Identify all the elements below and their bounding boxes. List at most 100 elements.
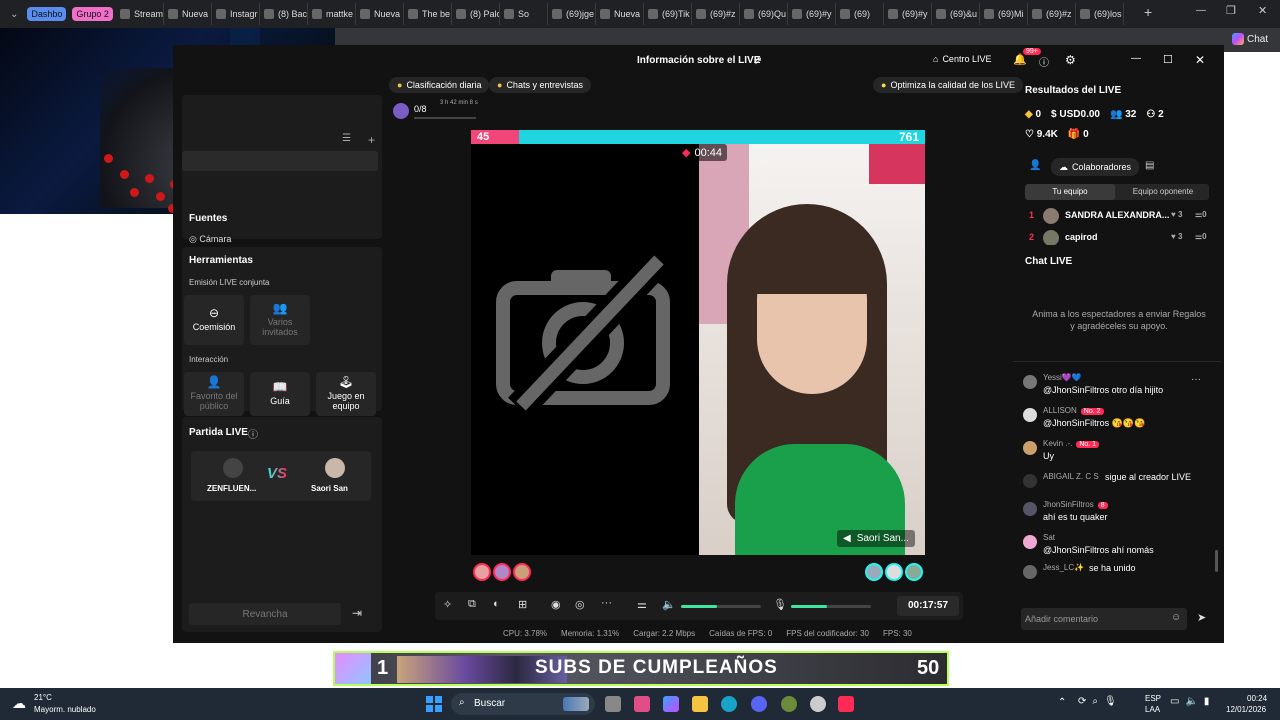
close-window-icon[interactable]: ✕: [1258, 4, 1267, 17]
browser-tab[interactable]: Nueva: [596, 3, 644, 25]
match-card[interactable]: ZENFLUEN... VS Saori San: [191, 451, 371, 501]
browser-tab[interactable]: So: [500, 3, 548, 25]
browser-tab[interactable]: Nueva: [356, 3, 404, 25]
send-icon[interactable]: ➤: [1197, 611, 1206, 624]
gifter-avatar[interactable]: [473, 563, 491, 581]
restore-icon[interactable]: ❐: [1226, 4, 1236, 17]
add-user-icon[interactable]: 👤: [1029, 160, 1041, 171]
language-code[interactable]: ESP: [1145, 694, 1161, 703]
browser-tab[interactable]: (69)#y: [884, 3, 932, 25]
notifications-icon[interactable]: 🔔: [1013, 53, 1027, 66]
volume-icon[interactable]: 🔈: [662, 598, 676, 611]
scenes-list-icon[interactable]: ☰: [342, 133, 351, 144]
maximize-app-icon[interactable]: ☐: [1163, 53, 1173, 66]
chat-username[interactable]: ALLISON No. 2: [1043, 406, 1104, 415]
store-icon[interactable]: [634, 696, 650, 712]
rematch-button[interactable]: Revancha: [189, 603, 341, 625]
new-tab-icon[interactable]: +: [1144, 4, 1152, 20]
browser-tab[interactable]: (69)los: [1076, 3, 1124, 25]
tiktok-live-icon[interactable]: [838, 696, 854, 712]
browser-tab[interactable]: mattke: [308, 3, 356, 25]
file-explorer-icon[interactable]: [692, 696, 708, 712]
list-icon[interactable]: ▤: [1145, 160, 1154, 171]
gifter-avatar[interactable]: [905, 563, 923, 581]
minimize-icon[interactable]: —: [1196, 5, 1206, 16]
gifter-avatar[interactable]: [885, 563, 903, 581]
more-icon[interactable]: ···: [601, 597, 612, 609]
close-app-icon[interactable]: ✕: [1195, 53, 1205, 67]
mic-icon[interactable]: 🎙: [773, 598, 787, 611]
browser-tab[interactable]: (69)#y: [788, 3, 836, 25]
optimize-quality-button[interactable]: ● Optimiza la calidad de los LIVE: [873, 77, 1024, 93]
copilot-taskbar-icon[interactable]: [663, 696, 679, 712]
gifter-avatar[interactable]: [513, 563, 531, 581]
chat-button[interactable]: Chat: [1232, 33, 1268, 45]
browser-tab[interactable]: (8) Palo: [452, 3, 500, 25]
emoji-icon[interactable]: ☺: [1171, 612, 1181, 623]
browser-tab[interactable]: (69)Mi: [980, 3, 1028, 25]
browser-tab[interactable]: (8) Bac: [260, 3, 308, 25]
exit-match-icon[interactable]: ⇥: [352, 606, 362, 620]
browser-tab[interactable]: (69)#z: [1028, 3, 1076, 25]
team-game-button[interactable]: 🕹 Juego en equipo: [316, 372, 376, 416]
coemission-button[interactable]: ⊖ Coemisión: [184, 295, 244, 345]
edge-icon[interactable]: [721, 696, 737, 712]
tray-chevron-icon[interactable]: ⌃: [1058, 697, 1066, 708]
camera-switch-icon[interactable]: ◎: [575, 598, 585, 611]
clock-date[interactable]: 12/01/2026: [1226, 705, 1266, 714]
multi-guests-button[interactable]: 👥 Varios invitados: [250, 295, 310, 345]
chats-interviews-button[interactable]: ● Chats y entrevistas: [489, 77, 591, 93]
layout-icon[interactable]: ⧉: [468, 598, 476, 611]
browser-tab[interactable]: Instagr: [212, 3, 260, 25]
browser-tab[interactable]: (69): [836, 3, 884, 25]
browser-tab[interactable]: (69)Tik: [644, 3, 692, 25]
tab-opponent-team[interactable]: Equipo oponente: [1117, 184, 1209, 200]
language-variant[interactable]: LAA: [1145, 705, 1160, 714]
chat-username[interactable]: Kevin .-. No. 1: [1043, 439, 1100, 448]
chat-username[interactable]: Jess_LC✨: [1043, 563, 1084, 572]
browser-tab[interactable]: (69)jge: [548, 3, 596, 25]
gifter-avatar[interactable]: [865, 563, 883, 581]
public-favorite-button[interactable]: 👤 Favorito del público: [184, 372, 244, 416]
browser-tab[interactable]: (69)&u: [932, 3, 980, 25]
message-more-icon[interactable]: ···: [1191, 374, 1201, 385]
chat-username[interactable]: ABIGAIL Z. C S: [1043, 472, 1099, 481]
help-icon[interactable]: ⓘ: [1039, 54, 1049, 69]
record-icon[interactable]: ◉: [551, 598, 561, 611]
volume-slider[interactable]: [681, 605, 761, 608]
add-source-icon[interactable]: ⊞: [518, 598, 527, 611]
task-view-icon[interactable]: [605, 696, 621, 712]
chat-scrollbar[interactable]: [1215, 550, 1218, 572]
scene-row[interactable]: [182, 151, 378, 171]
live-center-button[interactable]: ⌂ Centro LIVE: [933, 54, 991, 64]
minimize-app-icon[interactable]: —: [1131, 53, 1141, 64]
guide-button[interactable]: 📖 Guía: [250, 372, 310, 416]
network-sound-icons[interactable]: ▭🔈▮: [1170, 696, 1215, 707]
tab-group-dashbo[interactable]: Dashbo: [27, 7, 67, 21]
windows-start-icon[interactable]: [426, 696, 442, 712]
team-row[interactable]: 1 SANDRA ALEXANDRA... ♥ 3 ⚌0: [1025, 207, 1215, 225]
tab-list-chevron-icon[interactable]: ⌄: [10, 9, 18, 20]
comment-input[interactable]: Añadir comentario ☺: [1021, 608, 1187, 630]
filter-icon[interactable]: ◐: [493, 598, 500, 610]
tab-group-grupo2[interactable]: Grupo 2: [72, 7, 113, 21]
gifter-avatar[interactable]: [493, 563, 511, 581]
tab-my-team[interactable]: Tu equipo: [1025, 184, 1115, 200]
settings-icon[interactable]: ⚙: [1065, 53, 1076, 67]
browser-tab[interactable]: (69)Qu: [740, 3, 788, 25]
collaborators-button[interactable]: ☁ Colaboradores: [1051, 158, 1140, 176]
match-info-icon[interactable]: ⓘ: [248, 426, 258, 441]
tray-icons[interactable]: ⟳⌕🎙: [1078, 696, 1123, 707]
chat-username[interactable]: JhonSinFiltros 8: [1043, 500, 1108, 509]
clock-time[interactable]: 00:24: [1247, 694, 1267, 703]
effects-icon[interactable]: ✧: [443, 598, 452, 611]
source-camera[interactable]: ◎ Cámara: [189, 234, 231, 245]
browser-tab[interactable]: Nueva: [164, 3, 212, 25]
scenes-add-icon[interactable]: +: [368, 133, 375, 147]
guest-name-tag[interactable]: ◀ Saori San...: [837, 530, 915, 547]
browser-tab[interactable]: (69)#z: [692, 3, 740, 25]
mic-slider[interactable]: [791, 605, 871, 608]
chat-username[interactable]: Sat: [1043, 533, 1055, 542]
chrome-icon[interactable]: [810, 696, 826, 712]
mixer-icon[interactable]: ⚌: [637, 598, 647, 611]
